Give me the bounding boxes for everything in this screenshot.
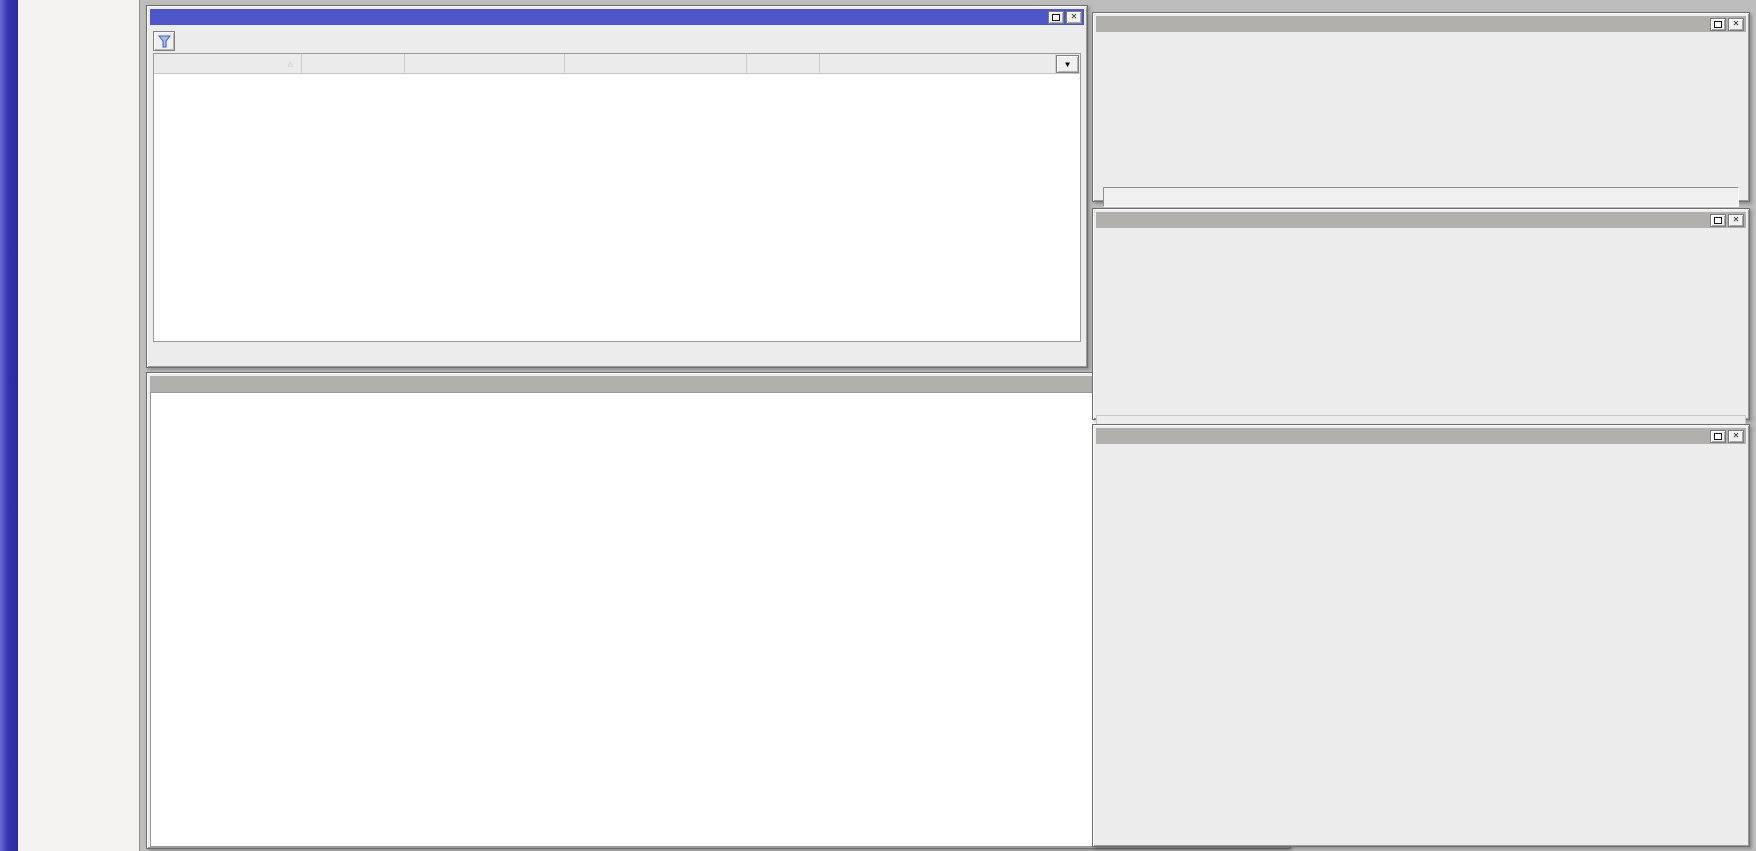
- minimize-icon: [1052, 14, 1060, 21]
- window-resources: ✕: [1092, 424, 1750, 847]
- minimize-button[interactable]: [1710, 18, 1726, 31]
- column-header-filler: [820, 54, 1056, 73]
- column-header-build-time[interactable]: [405, 54, 565, 73]
- minimize-button[interactable]: [1710, 214, 1726, 227]
- close-button[interactable]: ✕: [1728, 18, 1744, 31]
- column-header-scheduled[interactable]: [565, 54, 747, 73]
- minimize-icon: [1714, 433, 1722, 440]
- close-button[interactable]: ✕: [1066, 11, 1082, 24]
- sidebar: [18, 0, 140, 851]
- package-list-titlebar[interactable]: ✕: [150, 9, 1084, 25]
- column-header-name[interactable]: △: [154, 54, 302, 73]
- column-header-size[interactable]: [747, 54, 820, 73]
- resources-titlebar[interactable]: ✕: [1096, 428, 1746, 444]
- column-header-version[interactable]: [302, 54, 405, 73]
- winbox-app: ✕ △: [0, 0, 1756, 851]
- minimize-button[interactable]: [1710, 430, 1726, 443]
- column-select-button[interactable]: ▼: [1056, 55, 1079, 73]
- package-list-toolbar: [153, 25, 1081, 53]
- close-icon: ✕: [1733, 431, 1739, 441]
- package-table-header: △ ▼: [154, 54, 1080, 74]
- minimize-button[interactable]: [1048, 11, 1064, 24]
- license-status-strip: [1103, 187, 1739, 207]
- funnel-icon: [158, 35, 171, 48]
- package-list-status: [153, 342, 1081, 366]
- close-button[interactable]: ✕: [1728, 214, 1744, 227]
- filter-button[interactable]: [153, 31, 175, 51]
- minimize-icon: [1714, 217, 1722, 224]
- close-icon: ✕: [1733, 19, 1739, 29]
- close-button[interactable]: ✕: [1728, 430, 1744, 443]
- package-option-titlebar[interactable]: ✕: [1096, 212, 1746, 228]
- license-titlebar[interactable]: ✕: [1096, 16, 1746, 32]
- minimize-icon: [1714, 21, 1722, 28]
- package-table: △ ▼: [153, 53, 1081, 342]
- window-package-option: ✕: [1092, 208, 1750, 420]
- window-license: ✕: [1092, 12, 1750, 202]
- close-icon: ✕: [1733, 215, 1739, 225]
- window-package-list: ✕ △: [146, 5, 1088, 368]
- brand-strip: [0, 0, 18, 851]
- sort-asc-icon: △: [288, 59, 293, 69]
- close-icon: ✕: [1071, 12, 1077, 22]
